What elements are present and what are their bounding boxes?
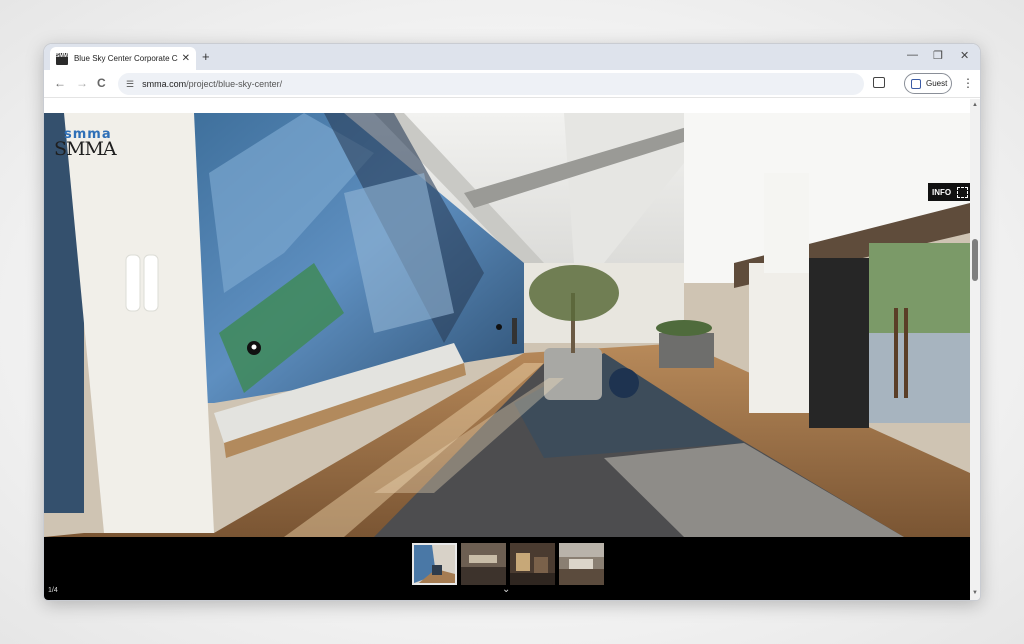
forward-button[interactable]: → [76,76,88,90]
browser-menu-icon[interactable]: ⋮ [962,76,974,90]
scene-thumbnail[interactable] [559,543,604,585]
info-button[interactable]: INFO [928,183,970,201]
scene-thumbnail[interactable] [461,543,506,585]
scene-thumbnail-image [461,543,506,585]
tab-title: Blue Sky Center Corporate Campus [73,54,178,63]
url-path: /project/blue-sky-center/ [186,79,283,89]
address-bar[interactable]: ☰ smma.com/project/blue-sky-center/ [118,73,864,95]
web-page: smma SMMA INFO 1/4 ⌄ [44,99,970,600]
scroll-up-arrow-icon[interactable]: ▲ [972,102,978,108]
chevron-down-icon[interactable]: ⌄ [502,584,510,595]
new-tab-button[interactable]: + [202,49,210,64]
browser-window: SMMA Blue Sky Center Corporate Campus ✕ … [44,44,980,600]
tab-strip: SMMA Blue Sky Center Corporate Campus ✕ … [44,44,980,70]
site-settings-icon[interactable]: ☰ [126,79,134,90]
maximize-button[interactable]: ❐ [933,49,943,62]
profile-label: Guest [926,79,948,88]
scene-thumbnail-image [510,543,555,585]
smma-favicon-icon: SMMA [56,52,68,65]
tab-blue-sky-center[interactable]: SMMA Blue Sky Center Corporate Campus ✕ [50,47,196,70]
page-scrollbar[interactable] [970,99,980,600]
scrollbar-thumb[interactable] [972,239,978,281]
reload-button[interactable]: C [97,76,106,90]
smma-logo[interactable]: smma SMMA [54,128,117,160]
logo-wordmark-main: SMMA [54,138,117,160]
scene-thumbnail-image [414,545,455,583]
back-button[interactable]: ← [54,76,66,90]
profile-button[interactable]: Guest [904,73,952,94]
guest-profile-icon [911,78,921,89]
cast-screen-icon[interactable] [873,77,885,88]
scene-thumbnail-bar: 1/4 ⌄ [44,537,970,600]
fullscreen-icon[interactable] [957,186,969,198]
tab-close-icon[interactable]: ✕ [182,53,190,64]
scene-thumbnail[interactable] [412,543,457,585]
scroll-down-arrow-icon[interactable]: ▼ [972,590,978,596]
browser-toolbar: ← → C ☰ smma.com/project/blue-sky-center… [44,70,980,98]
minimize-button[interactable]: — [907,49,918,61]
url-text: smma.com/project/blue-sky-center/ [142,79,282,89]
scene-thumbnail-image [559,543,604,585]
panorama-viewer[interactable]: smma SMMA INFO [44,113,970,537]
close-window-button[interactable]: ✕ [960,49,969,62]
url-host: smma.com [142,79,187,89]
scene-thumbnail[interactable] [510,543,555,585]
scene-counter: 1/4 [48,587,58,594]
info-label: INFO [932,187,952,197]
atrium-panorama[interactable] [44,113,970,537]
